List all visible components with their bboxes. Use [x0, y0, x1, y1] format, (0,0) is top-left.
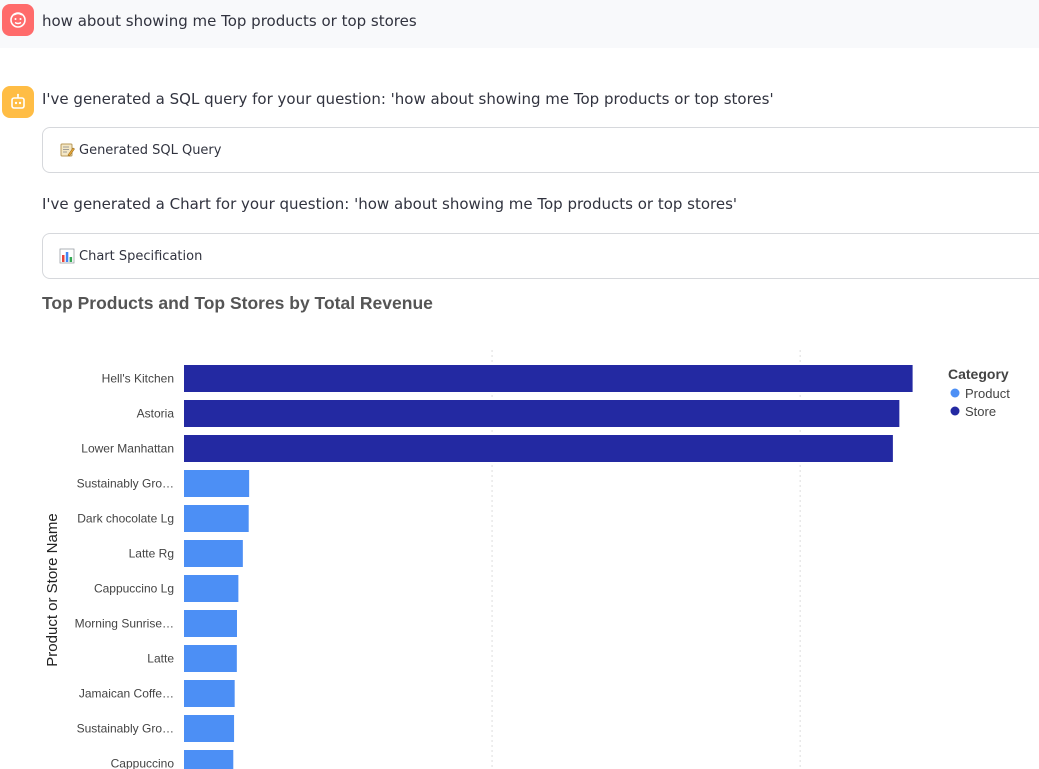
- legend-label-store: Store: [965, 404, 996, 419]
- chart-expander-label: Chart Specification: [79, 248, 203, 264]
- category-label-4: Dark chocolate Lg: [77, 512, 174, 526]
- legend-swatch-store: [950, 406, 960, 416]
- legend-label-product: Product: [965, 386, 1010, 401]
- category-label-1: Astoria: [137, 407, 175, 421]
- category-label-0: Hell's Kitchen: [102, 372, 174, 386]
- category-label-11: Cappuccino: [111, 757, 175, 769]
- category-label-7: Morning Sunrise…: [75, 617, 174, 631]
- category-label-10: Sustainably Gro…: [77, 722, 174, 736]
- legend-swatch-product: [950, 388, 960, 398]
- chart-bars: [184, 365, 913, 769]
- robot-icon: [11, 93, 25, 109]
- bar-5[interactable]: [184, 540, 243, 567]
- category-label-6: Cappuccino Lg: [94, 582, 174, 596]
- category-label-3: Sustainably Gro…: [77, 477, 174, 491]
- bar-4[interactable]: [184, 505, 249, 532]
- legend-title: Category: [948, 366, 1009, 382]
- assistant-avatar: [2, 86, 34, 118]
- bar-10[interactable]: [184, 715, 235, 742]
- user-message-row: how about showing me Top products or top…: [0, 0, 1039, 48]
- bar-6[interactable]: [184, 575, 239, 602]
- chart-category-labels: Hell's Kitchen Astoria Lower Manhattan Sust…: [75, 372, 175, 769]
- bar-7[interactable]: [184, 610, 237, 637]
- category-label-2: Lower Manhattan: [81, 442, 174, 456]
- category-label-8: Latte: [147, 652, 174, 666]
- category-label-5: Latte Rg: [129, 547, 174, 561]
- user-avatar: [2, 4, 34, 36]
- bar-9[interactable]: [184, 680, 235, 707]
- user-message-text: how about showing me Top products or top…: [42, 12, 417, 30]
- sql-query-expander[interactable]: Generated SQL Query: [42, 127, 1039, 173]
- user-face-icon: [10, 12, 26, 28]
- revenue-bar-chart: Hell's Kitchen Astoria Lower Manhattan Sust…: [44, 350, 1010, 769]
- bar-11[interactable]: [184, 750, 234, 769]
- bar-1[interactable]: [184, 400, 900, 427]
- chart-legend: Category Product Store: [948, 366, 1010, 419]
- category-label-9: Jamaican Coffe…: [79, 687, 174, 701]
- y-axis-label: Product or Store Name: [44, 513, 61, 666]
- bar-chart-icon: [59, 248, 75, 264]
- sql-intro-text: I've generated a SQL query for your ques…: [42, 90, 774, 108]
- bar-2[interactable]: [184, 435, 893, 462]
- bar-8[interactable]: [184, 645, 237, 672]
- bar-3[interactable]: [184, 470, 250, 497]
- chart-title: Top Products and Top Stores by Total Rev…: [42, 293, 433, 313]
- chart-spec-expander[interactable]: Chart Specification: [42, 233, 1039, 279]
- bar-0[interactable]: [184, 365, 913, 392]
- memo-icon: [60, 143, 75, 157]
- chart-intro-text: I've generated a Chart for your question…: [42, 195, 738, 213]
- sql-expander-label: Generated SQL Query: [79, 142, 222, 158]
